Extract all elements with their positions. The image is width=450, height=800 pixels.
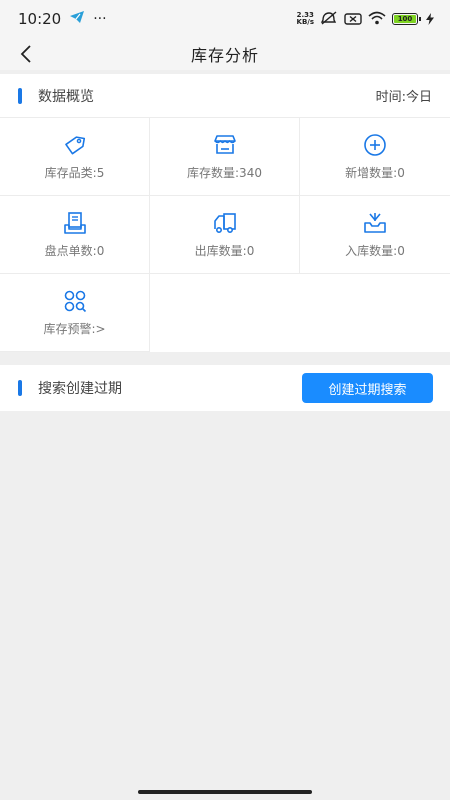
chevron-left-icon bbox=[20, 45, 31, 63]
stat-inventory-categories[interactable]: 库存品类:5 bbox=[0, 118, 150, 196]
battery-level: 100 bbox=[394, 15, 416, 23]
wifi-icon bbox=[368, 10, 386, 29]
status-time: 10:20 bbox=[18, 10, 62, 28]
alert-grid-icon bbox=[64, 290, 86, 313]
stat-stocktake-orders[interactable]: 盘点单数:0 bbox=[0, 196, 150, 274]
stat-label: 新增数量:0 bbox=[345, 166, 405, 180]
stat-inventory-quantity[interactable]: 库存数量:340 bbox=[150, 118, 300, 196]
status-left: 10:20 ··· bbox=[18, 10, 107, 28]
tag-icon bbox=[64, 136, 85, 155]
telegram-icon bbox=[69, 10, 85, 28]
network-speed: 2.33 KB/s bbox=[297, 12, 314, 26]
stat-label: 出库数量:0 bbox=[194, 244, 255, 258]
accent-bar bbox=[18, 380, 22, 396]
stat-inventory-alert[interactable]: 库存预警:> bbox=[0, 274, 150, 352]
document-tray-icon bbox=[63, 212, 86, 234]
stat-label: 库存预警:> bbox=[43, 322, 106, 336]
time-filter[interactable]: 时间:今日 bbox=[376, 86, 432, 105]
inbox-icon bbox=[364, 213, 386, 233]
stat-label: 入库数量:0 bbox=[345, 244, 405, 258]
mute-icon bbox=[320, 10, 338, 29]
empty-cell bbox=[300, 274, 450, 352]
stat-label: 库存品类:5 bbox=[44, 166, 105, 180]
status-bar: 10:20 ··· 2.33 KB/s 100 bbox=[0, 0, 450, 38]
plus-circle-icon bbox=[364, 134, 386, 156]
stat-label: 盘点单数:0 bbox=[44, 244, 105, 258]
status-right: 2.33 KB/s 100 bbox=[297, 10, 434, 29]
sim-icon bbox=[344, 10, 362, 29]
stat-label: 库存数量:340 bbox=[187, 166, 262, 180]
stat-new-quantity[interactable]: 新增数量:0 bbox=[300, 118, 450, 196]
title-bar: 库存分析 bbox=[0, 38, 450, 70]
page-title: 库存分析 bbox=[190, 46, 259, 65]
create-expiry-search-button[interactable]: 创建过期搜索 bbox=[302, 373, 433, 403]
expiry-header-left: 搜索创建过期 bbox=[18, 378, 122, 398]
back-button[interactable] bbox=[14, 40, 38, 68]
expiry-title: 搜索创建过期 bbox=[38, 381, 122, 397]
more-dots: ··· bbox=[93, 11, 107, 27]
battery-icon: 100 bbox=[392, 13, 421, 25]
empty-cell bbox=[150, 274, 300, 352]
stat-outbound-quantity[interactable]: 出库数量:0 bbox=[150, 196, 300, 274]
charging-icon bbox=[426, 10, 434, 29]
accent-bar bbox=[18, 87, 22, 104]
store-icon bbox=[213, 135, 236, 154]
overview-card: 数据概览 时间:今日 库存品类:5 库存数量:340 新增数量:0 盘点单数:0… bbox=[0, 74, 450, 352]
overview-header: 数据概览 时间:今日 bbox=[0, 74, 450, 118]
stats-grid: 库存品类:5 库存数量:340 新增数量:0 盘点单数:0 出库数量:0 入库数… bbox=[0, 118, 450, 352]
truck-icon bbox=[213, 213, 236, 233]
home-indicator[interactable] bbox=[138, 790, 312, 794]
speed-unit: KB/s bbox=[296, 18, 314, 26]
stat-inbound-quantity[interactable]: 入库数量:0 bbox=[300, 196, 450, 274]
overview-header-left: 数据概览 bbox=[18, 86, 94, 106]
expiry-search-card: 搜索创建过期 创建过期搜索 bbox=[0, 365, 450, 411]
overview-title: 数据概览 bbox=[38, 88, 94, 105]
